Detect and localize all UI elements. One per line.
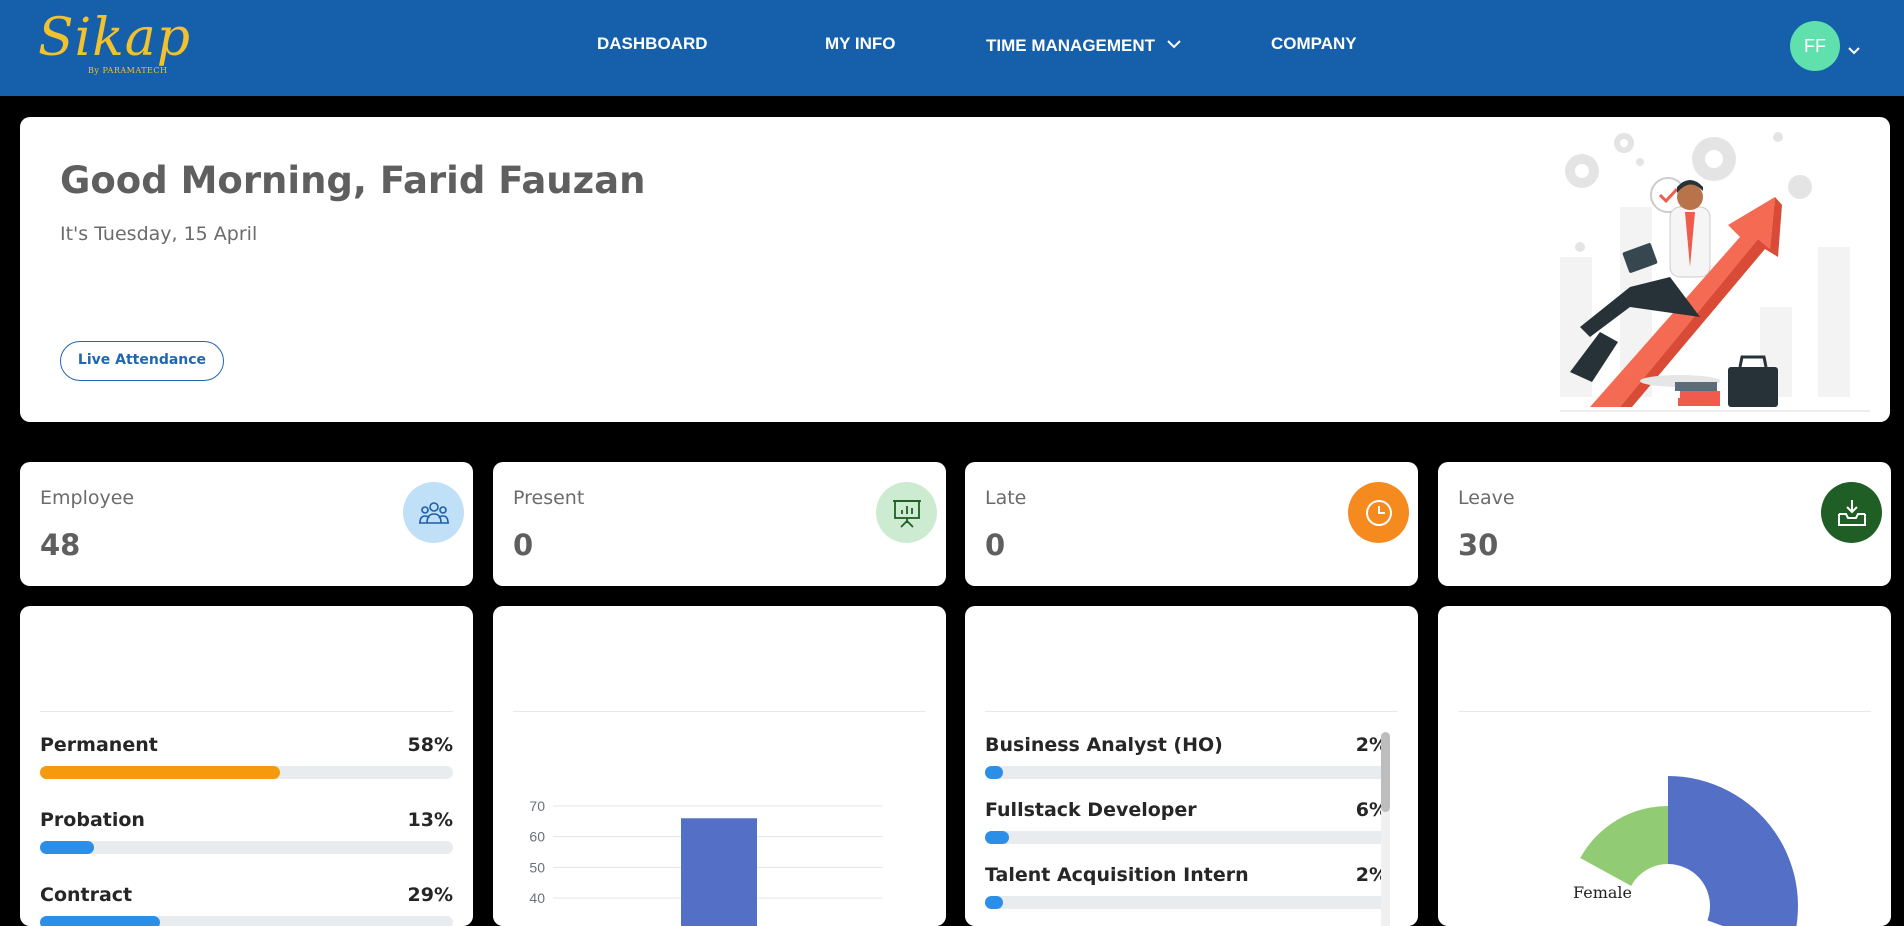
greeting-card: Good Morning, Farid Fauzan It's Tuesday,… [20,117,1890,422]
progress-track [985,831,1388,844]
progress-track [985,766,1388,779]
progress-fill [40,841,94,854]
progress-label: Talent Acquisition Intern [985,864,1249,886]
clock-icon [1348,482,1409,543]
position-scrollbar[interactable] [1381,732,1390,926]
growth-illustration [1560,132,1870,412]
stat-label: Leave [1458,487,1515,509]
stat-value: 48 [40,528,81,562]
bar-chart: 70 60 50 40 [529,798,883,926]
users-icon [403,482,464,543]
y-tick-label: 40 [529,890,545,906]
progress-label: Fullstack Developer [985,799,1197,821]
progress-track [40,766,453,779]
sikap-logo[interactable]: Sikap By PARAMATECH [38,8,208,78]
nav-company[interactable]: COMPANY [1271,34,1357,54]
inbox-download-icon [1821,482,1882,543]
stat-card-leave[interactable]: Leave 30 [1438,462,1891,586]
stat-label: Present [513,487,585,509]
chevron-down-icon[interactable] [1848,40,1860,59]
progress-percent: 2% [1355,864,1388,886]
stat-value: 30 [1458,528,1499,562]
position-card: Business Analyst (HO) 2% Fullstack Develop… [965,606,1418,926]
stat-value: 0 [985,528,1006,562]
bar[interactable] [681,818,757,926]
logo-subtext: By PARAMATECH [88,66,168,75]
progress-fill [40,766,280,779]
nav-my-info[interactable]: MY INFO [825,34,896,54]
greeting-title: Good Morning, Farid Fauzan [60,159,646,202]
user-avatar[interactable]: FF [1790,21,1840,71]
progress-percent: 2% [1355,734,1388,756]
y-tick-label: 70 [529,798,545,814]
scrollbar-thumb[interactable] [1381,732,1390,812]
stat-card-employee[interactable]: Employee 48 [20,462,473,586]
top-navbar: Sikap By PARAMATECH DASHBOARD MY INFO TI… [0,0,1904,96]
progress-percent: 58% [407,734,453,756]
logo-text: Sikap [38,8,192,68]
employment-status-card: Permanent 58% Probation 13% Contract 29% [20,606,473,926]
donut-slice-female[interactable] [1580,806,1668,886]
progress-fill [985,831,1010,844]
nav-time-management[interactable]: TIME MANAGEMENT [986,34,1181,56]
progress-percent: 13% [407,809,453,831]
progress-label: Business Analyst (HO) [985,734,1223,756]
progress-percent: 6% [1355,799,1388,821]
progress-track [40,841,453,854]
greeting-date: It's Tuesday, 15 April [60,223,258,245]
stat-value: 0 [513,528,534,562]
gender-donut-chart: Female [1573,776,1798,926]
chevron-down-icon [1167,34,1181,54]
stat-label: Late [985,487,1027,509]
nav-time-management-label: TIME MANAGEMENT [986,36,1156,55]
progress-track [40,916,453,926]
stat-label: Employee [40,487,135,509]
y-tick-label: 50 [529,859,545,875]
nav-dashboard[interactable]: DASHBOARD [597,34,708,54]
card-divider [985,711,1398,712]
stat-card-late[interactable]: Late 0 [965,462,1418,586]
card-divider [40,711,453,712]
donut-label: Female [1573,883,1632,902]
presentation-chart-icon [876,482,937,543]
y-tick-label: 60 [529,829,545,845]
progress-label: Permanent [40,734,158,756]
bar-chart-card: 70 60 50 40 [493,606,946,926]
progress-label: Probation [40,809,145,831]
stat-card-present[interactable]: Present 0 [493,462,946,586]
progress-fill [985,766,1003,779]
donut-slice-male[interactable] [1668,776,1798,926]
gender-chart-card: Female [1438,606,1891,926]
progress-fill [40,916,160,926]
live-attendance-button[interactable]: Live Attendance [60,341,224,381]
